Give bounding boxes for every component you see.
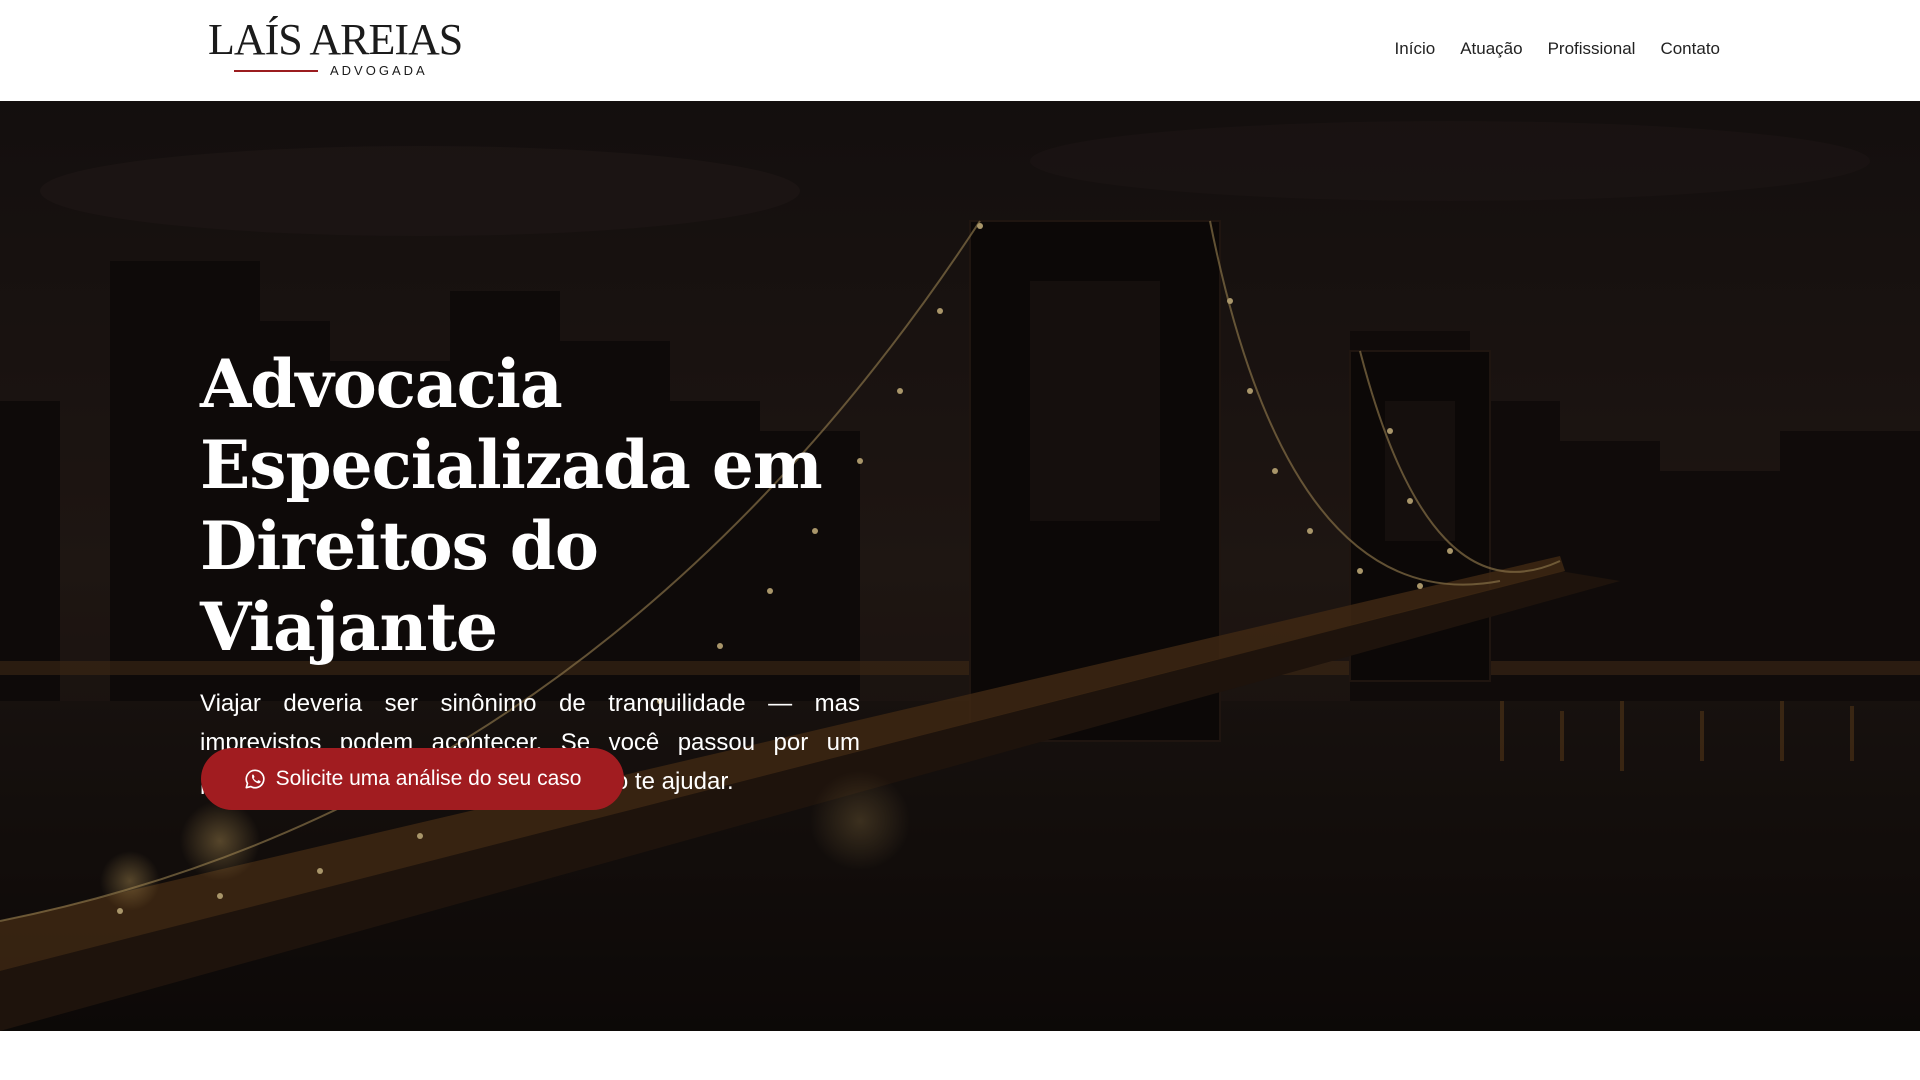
nav-item-atuacao[interactable]: Atuação <box>1460 39 1522 59</box>
hero-title: Advocacia Especializada em Direitos do V… <box>200 345 823 666</box>
nav-item-contato[interactable]: Contato <box>1660 39 1720 59</box>
brand-logo[interactable]: LAÍS AREIAS ADVOGADA <box>208 18 463 80</box>
cta-label: Solicite uma análise do seu caso <box>275 767 582 790</box>
nav-item-profissional[interactable]: Profissional <box>1548 39 1636 59</box>
cta-button[interactable]: Solicite uma análise do seu caso <box>201 748 624 810</box>
brand-subtitle: ADVOGADA <box>330 63 428 78</box>
site-header: LAÍS AREIAS ADVOGADA Início Atuação Prof… <box>0 0 1920 101</box>
whatsapp-icon <box>245 769 265 789</box>
main-nav: Início Atuação Profissional Contato <box>1395 39 1720 59</box>
hero-section: Advocacia Especializada em Direitos do V… <box>0 101 1920 1031</box>
brand-name: LAÍS AREIAS <box>208 15 463 64</box>
hero-content: Advocacia Especializada em Direitos do V… <box>200 344 860 801</box>
logo-divider <box>234 70 318 72</box>
nav-item-inicio[interactable]: Início <box>1395 39 1436 59</box>
